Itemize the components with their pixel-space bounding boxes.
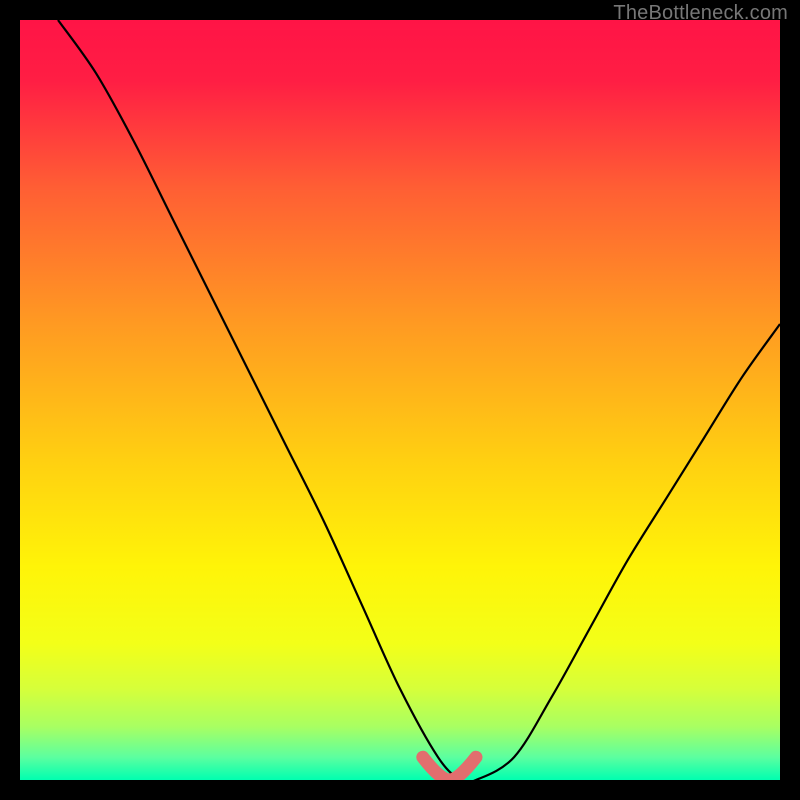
plot-area [20, 20, 780, 780]
bottleneck-curve [20, 20, 780, 780]
curve-path [58, 20, 780, 780]
watermark-text: TheBottleneck.com [613, 2, 788, 25]
chart-frame: TheBottleneck.com [0, 0, 800, 800]
highlight-segment [423, 757, 476, 780]
